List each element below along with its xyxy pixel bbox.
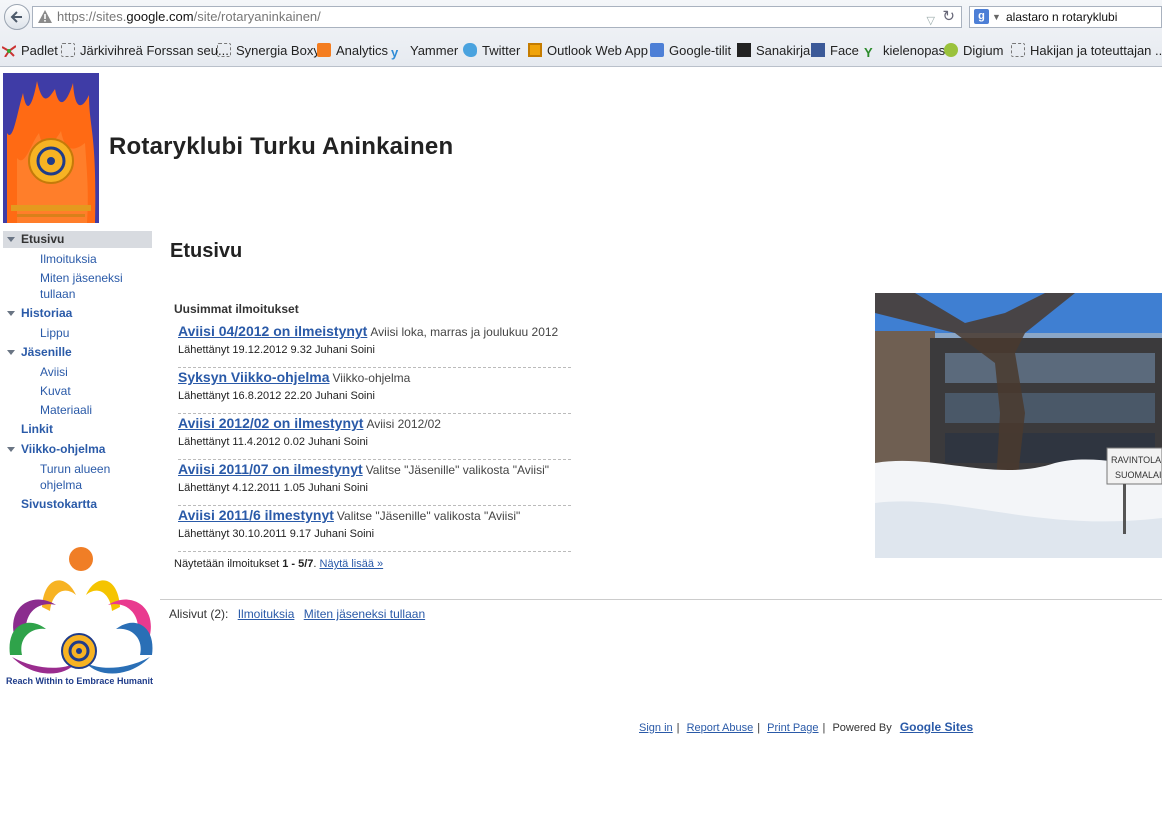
announcement-meta: Lähettänyt 4.12.2011 1.05 Juhani Soini xyxy=(178,482,369,494)
bookmark-synergia[interactable]: Synergia Boxy xyxy=(217,42,320,60)
building-photo: RAVINTOLA SUOMALAI xyxy=(875,293,1162,558)
announcement-summary: Aviisi 2012/02 xyxy=(366,417,441,431)
sign-in-link[interactable]: Sign in xyxy=(639,722,673,734)
history-dropdown-icon[interactable]: ▽ xyxy=(927,11,935,31)
bookmark-analytics[interactable]: Analytics xyxy=(317,42,388,60)
announcements-pagination: Näytetään ilmoitukset 1 - 5/7. Näytä lis… xyxy=(174,558,384,570)
show-more-link[interactable]: Näytä lisää » xyxy=(320,558,384,570)
sidebar-item-aviisi[interactable]: Aviisi xyxy=(40,364,152,380)
sidebar-item-linkit[interactable]: Linkit xyxy=(3,421,152,438)
rotary-tagline: Reach Within to Embrace Humanit xyxy=(6,676,153,686)
google-icon xyxy=(650,43,664,57)
expand-triangle-icon[interactable] xyxy=(7,350,15,355)
rotary-theme-icon xyxy=(9,547,153,674)
announcement-meta: Lähettänyt 11.4.2012 0.02 Juhani Soini xyxy=(178,436,369,448)
announcement-item: Aviisi 2012/02 on ilmestynyt Aviisi 2012/… xyxy=(178,414,571,460)
bookmark-hakijan[interactable]: Hakijan ja toteuttajan ... xyxy=(1011,42,1162,60)
sidebar-item-jasenille[interactable]: Jäsenille xyxy=(3,344,152,361)
announcement-meta: Lähettänyt 19.12.2012 9.32 Juhani Soini xyxy=(178,344,375,356)
back-arrow-icon xyxy=(10,11,22,23)
bookmark-yammer[interactable]: y Yammer xyxy=(391,42,458,60)
facebook-icon xyxy=(811,43,825,57)
subpage-link-miten[interactable]: Miten jäseneksi tullaan xyxy=(304,607,425,621)
sidebar-item-etusivu[interactable]: Etusivu xyxy=(3,231,152,248)
twitter-icon xyxy=(463,43,477,57)
announcement-item: Aviisi 2011/6 ilmestynyt Valitse "Jäsenil… xyxy=(178,506,571,552)
search-query[interactable]: alastaro n rotaryklubi xyxy=(1006,7,1117,27)
site-title[interactable]: Rotaryklubi Turku Aninkainen xyxy=(109,133,453,161)
sidebar-item-viikko-ohjelma[interactable]: Viikko-ohjelma xyxy=(3,441,152,458)
announcement-title-link[interactable]: Syksyn Viikko-ohjelma xyxy=(178,369,329,385)
analytics-icon xyxy=(317,43,331,57)
photo-sign-text-1: RAVINTOLA xyxy=(1111,455,1161,465)
expand-triangle-icon[interactable] xyxy=(7,447,15,452)
sidebar-item-lippu[interactable]: Lippu xyxy=(40,325,152,341)
page-title: Etusivu xyxy=(170,240,243,262)
subpages: Alisivut (2): Ilmoituksia Miten jäseneks… xyxy=(169,607,426,621)
sidebar-item-kuvat[interactable]: Kuvat xyxy=(40,383,152,399)
announcement-summary: Viikko-ohjelma xyxy=(332,371,411,385)
browser-chrome: https://sites.google.com/site/rotaryanin… xyxy=(0,0,1162,67)
report-abuse-link[interactable]: Report Abuse xyxy=(687,722,754,734)
announcement-title-link[interactable]: Aviisi 2011/07 on ilmestynyt xyxy=(178,461,363,477)
sidebar-item-ilmoituksia[interactable]: Ilmoituksia xyxy=(40,251,152,267)
google-sites-link[interactable]: Google Sites xyxy=(900,720,973,734)
url-text: https://sites.google.com/site/rotaryanin… xyxy=(57,9,321,24)
bookmark-padlet[interactable]: Padlet xyxy=(1,42,58,60)
y-icon: Y xyxy=(864,45,873,60)
site-logo[interactable] xyxy=(3,73,99,223)
announcement-item: Aviisi 2011/07 on ilmestynyt Valitse "Jäs… xyxy=(178,460,571,506)
rotary-theme-logo: Reach Within to Embrace Humanit xyxy=(4,545,154,690)
subpage-link-ilmoituksia[interactable]: Ilmoituksia xyxy=(238,607,295,621)
bookmark-digium[interactable]: Digium xyxy=(944,42,1003,60)
digium-icon xyxy=(944,43,958,57)
footer: Sign in | Report Abuse | Print Page | Power… xyxy=(639,720,974,734)
google-search-engine-icon[interactable]: g xyxy=(974,9,989,24)
bookmark-google-tilit[interactable]: Google-tilit xyxy=(650,42,731,60)
print-page-link[interactable]: Print Page xyxy=(767,722,818,734)
back-button[interactable] xyxy=(4,4,30,30)
outlook-icon xyxy=(528,43,542,57)
warning-icon xyxy=(38,10,52,23)
reload-icon[interactable]: ↻ xyxy=(942,7,955,27)
announcement-title-link[interactable]: Aviisi 04/2012 on ilmeistynyt xyxy=(178,323,367,339)
announcement-summary: Valitse "Jäsenille" valikosta "Aviisi" xyxy=(365,463,550,477)
bookmark-twitter[interactable]: Twitter xyxy=(463,42,520,60)
divider xyxy=(160,599,1162,600)
bookmark-sanakirja[interactable]: Sanakirja xyxy=(737,42,810,60)
bookmark-outlook[interactable]: Outlook Web App xyxy=(528,42,648,60)
sanakirja-icon xyxy=(737,43,751,57)
announcement-meta: Lähettänyt 30.10.2011 9.17 Juhani Soini xyxy=(178,528,375,540)
page-icon xyxy=(61,43,75,57)
announcement-title-link[interactable]: Aviisi 2011/6 ilmestynyt xyxy=(178,507,334,523)
bookmarks-bar: Padlet Järkivihreä Forssan seu... Synerg… xyxy=(0,40,1162,62)
sidebar-item-miten-jaseneksi[interactable]: Miten jäseneksi tullaan xyxy=(40,270,152,302)
sidebar-item-sivustokartta[interactable]: Sivustokartta xyxy=(3,496,152,513)
expand-triangle-icon[interactable] xyxy=(7,237,15,242)
flame-logo-icon xyxy=(3,73,99,223)
announcement-meta: Lähettänyt 16.8.2012 22.20 Juhani Soini xyxy=(178,390,375,402)
page-icon xyxy=(217,43,231,57)
chevron-down-icon[interactable]: ▼ xyxy=(992,7,1001,27)
page-icon xyxy=(1011,43,1025,57)
announcements-heading: Uusimmat ilmoitukset xyxy=(174,302,299,316)
bookmark-kielenopas[interactable]: Ykielenopas xyxy=(864,42,945,60)
search-bar[interactable]: g ▼ alastaro n rotaryklubi xyxy=(969,6,1162,28)
announcement-summary: Valitse "Jäsenille" valikosta "Aviisi" xyxy=(336,509,521,523)
yammer-icon: y xyxy=(391,45,399,60)
expand-triangle-icon[interactable] xyxy=(7,311,15,316)
announcement-item: Syksyn Viikko-ohjelma Viikko-ohjelma Lähe… xyxy=(178,368,571,414)
photo-sign-text-2: SUOMALAI xyxy=(1115,470,1162,480)
bookmark-jarkivihrea[interactable]: Järkivihreä Forssan seu... xyxy=(61,42,229,60)
sidebar-item-historiaa[interactable]: Historiaa xyxy=(3,305,152,322)
announcement-item: Aviisi 04/2012 on ilmeistynyt Aviisi loka… xyxy=(178,322,571,368)
bookmark-face[interactable]: Face xyxy=(811,42,859,60)
announcement-title-link[interactable]: Aviisi 2012/02 on ilmestynyt xyxy=(178,415,363,431)
sidebar-item-materiaali[interactable]: Materiaali xyxy=(40,402,152,418)
announcement-summary: Aviisi loka, marras ja joulukuu 2012 xyxy=(370,325,559,339)
address-bar[interactable]: https://sites.google.com/site/rotaryanin… xyxy=(32,6,962,28)
padlet-icon xyxy=(1,44,17,58)
sidebar-item-turun-alueen[interactable]: Turun alueen ohjelma xyxy=(40,461,152,493)
